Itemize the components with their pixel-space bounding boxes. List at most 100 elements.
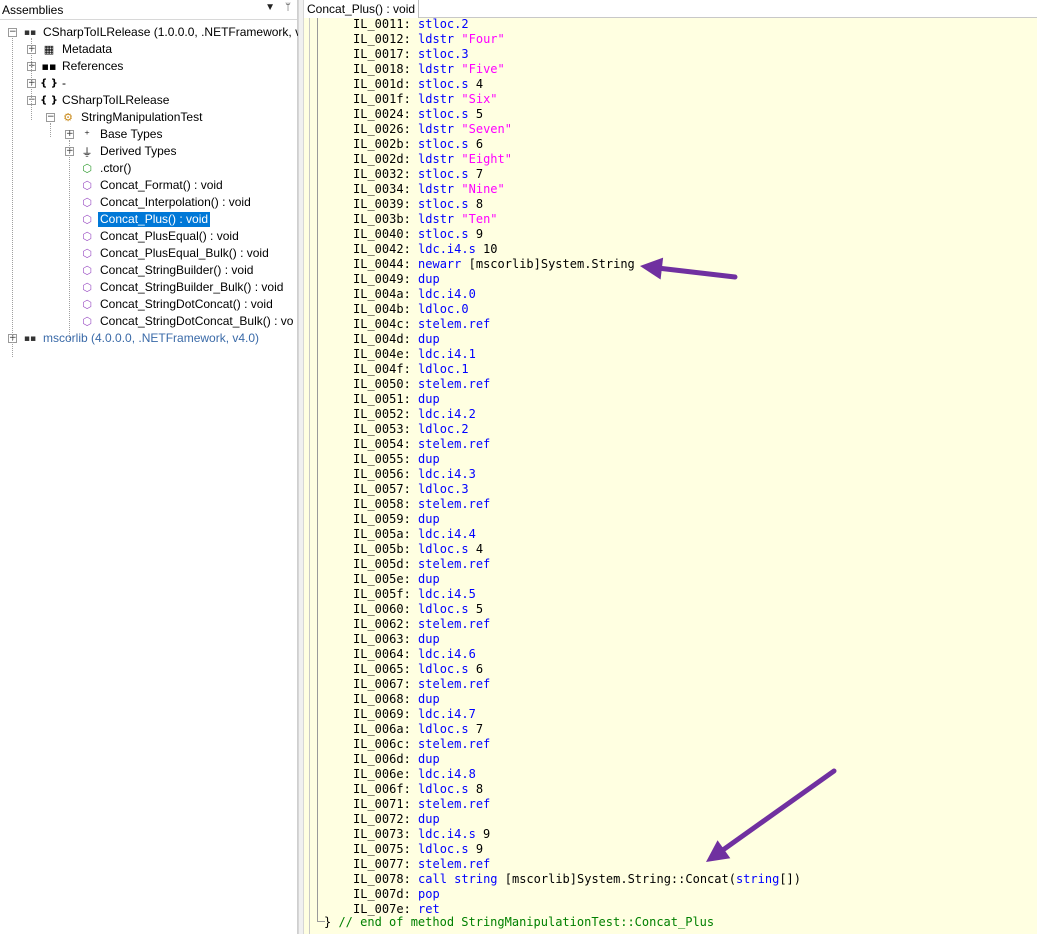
il-offset-label: IL_0011:	[353, 18, 411, 31]
editor-margin	[309, 18, 310, 934]
tree-item-label: CSharpToILRelease (1.0.0.0, .NETFramewor…	[43, 25, 308, 39]
il-offset-label: IL_0053:	[353, 422, 411, 436]
tree-item[interactable]: ⬡ Concat_StringBuilder_Bulk() : void	[65, 279, 285, 296]
tree-item[interactable]: ⬡ Concat_Format() : void	[65, 177, 225, 194]
opcode: ldc.i4.1	[418, 347, 476, 361]
code-line: IL_005f: ldc.i4.5	[353, 587, 476, 602]
code-line: IL_0039: stloc.s 8	[353, 197, 483, 212]
code-line: IL_0064: ldc.i4.6	[353, 647, 476, 662]
code-line: IL_0053: ldloc.2	[353, 422, 469, 437]
il-offset-label: IL_004a:	[353, 287, 411, 301]
panel-dropdown-icon[interactable]: ▼	[265, 2, 275, 13]
tree-item[interactable]: + ▪▪ References	[27, 58, 125, 75]
tree-item[interactable]: ⬡ .ctor()	[65, 160, 133, 177]
tree-item[interactable]: ⬡ Concat_Plus() : void	[65, 211, 211, 228]
opcode: newarr	[418, 257, 462, 271]
opcode: stloc.s	[418, 167, 469, 181]
il-offset-label: IL_0024:	[353, 107, 411, 121]
opcode: ldstr	[418, 62, 455, 76]
tree-item[interactable]: + ⁺ Base Types	[65, 126, 164, 143]
il-code-view[interactable]: IL_0011: stloc.2 IL_0012: ldstr "Four" IL_…	[304, 18, 1037, 934]
tree-item[interactable]: − ⚙ StringManipulationTest	[46, 109, 204, 126]
il-offset-label: IL_002d:	[353, 152, 411, 166]
code-line: IL_003b: ldstr "Ten"	[353, 212, 498, 227]
il-offset-label: IL_0077:	[353, 857, 411, 871]
il-offset-label: IL_0068:	[353, 692, 411, 706]
il-offset-label: IL_0078:	[353, 872, 411, 886]
string-literal: "Ten"	[461, 212, 498, 226]
opcode: stelem.ref	[418, 437, 491, 451]
code-line: IL_0050: stelem.ref	[353, 377, 490, 392]
il-offset-label: IL_004b:	[353, 302, 411, 316]
tree-item[interactable]: + ▪▪ mscorlib (4.0.0.0, .NETFramework, v4.…	[8, 330, 261, 347]
assemblies-panel-title: Assemblies	[2, 2, 64, 17]
code-line: IL_005a: ldc.i4.4	[353, 527, 476, 542]
tree-guide-line	[50, 123, 51, 137]
tree-item[interactable]: ⬡ Concat_PlusEqual_Bulk() : void	[65, 245, 271, 262]
opcode: stloc.s	[418, 77, 469, 91]
il-offset-label: IL_006f:	[353, 782, 411, 796]
opcode: ldc.i4.5	[418, 587, 476, 601]
tab-concat-plus[interactable]: Concat_Plus() : void	[304, 0, 420, 18]
collapse-icon[interactable]: −	[8, 28, 17, 37]
code-line: IL_007d: pop	[353, 887, 440, 902]
tree-item-label: Concat_Plus() : void	[98, 212, 211, 227]
operand: 9	[468, 227, 484, 241]
tree-item[interactable]: ⬡ Concat_StringDotConcat() : void	[65, 296, 275, 313]
il-offset-label: IL_0044:	[353, 257, 411, 271]
code-line: IL_006a: ldloc.s 7	[353, 722, 483, 737]
opcode: dup	[418, 632, 440, 646]
opcode: stloc.s	[418, 137, 469, 151]
il-offset-label: IL_007e:	[353, 902, 411, 916]
opcode: stelem.ref	[418, 797, 491, 811]
code-line: IL_004a: ldc.i4.0	[353, 287, 476, 302]
code-line: IL_0018: ldstr "Five"	[353, 62, 505, 77]
opcode: stelem.ref	[418, 557, 491, 571]
tree-item[interactable]: − ▪▪ CSharpToILRelease (1.0.0.0, .NETFrame…	[8, 24, 310, 41]
base-types-icon: ⁺	[84, 128, 90, 141]
operand: 7	[468, 722, 484, 736]
pin-icon[interactable]: ᛘ	[285, 2, 291, 13]
tree-item[interactable]: −{ } CSharpToILRelease	[27, 92, 171, 109]
tree-guide-line	[12, 38, 13, 357]
code-line: IL_0056: ldc.i4.3	[353, 467, 476, 482]
operand: 9	[475, 827, 491, 841]
opcode: ldloc.s	[418, 542, 469, 556]
code-line: IL_0065: ldloc.s 6	[353, 662, 483, 677]
opcode: dup	[418, 572, 440, 586]
opcode: stelem.ref	[418, 857, 491, 871]
operand: 7	[468, 167, 484, 181]
il-offset-label: IL_0032:	[353, 167, 411, 181]
code-line: IL_006f: ldloc.s 8	[353, 782, 483, 797]
tree-guide-line	[31, 38, 32, 120]
tree-item[interactable]: ⬡ Concat_Interpolation() : void	[65, 194, 253, 211]
method-icon: ⬡	[82, 196, 92, 209]
code-line: IL_001f: ldstr "Six"	[353, 92, 498, 107]
code-line: IL_002b: stloc.s 6	[353, 137, 483, 152]
tree-item[interactable]: + ▦ Metadata	[27, 41, 114, 58]
expand-icon[interactable]: +	[65, 130, 74, 139]
il-offset-label: IL_005b:	[353, 542, 411, 556]
opcode: stelem.ref	[418, 377, 491, 391]
tree-item[interactable]: + ⏚ Derived Types	[65, 143, 178, 160]
tree-item[interactable]: ⬡ Concat_StringDotConcat_Bulk() : vo	[65, 313, 295, 330]
il-offset-label: IL_0072:	[353, 812, 411, 826]
tree-item[interactable]: ⬡ Concat_PlusEqual() : void	[65, 228, 241, 245]
tree-item-label: -	[62, 76, 66, 90]
class-icon: ⚙	[63, 111, 73, 124]
code-line: IL_0044: newarr [mscorlib]System.String	[353, 257, 635, 272]
tree-item-label: mscorlib (4.0.0.0, .NETFramework, v4.0)	[43, 331, 260, 345]
opcode: ldloc.s	[418, 662, 469, 676]
code-panel: Concat_Plus() : void IL_0011: stloc.2 IL_…	[304, 0, 1037, 934]
code-line: IL_005e: dup	[353, 572, 440, 587]
code-line: IL_0026: ldstr "Seven"	[353, 122, 512, 137]
collapse-icon[interactable]: −	[46, 113, 55, 122]
code-line: IL_0060: ldloc.s 5	[353, 602, 483, 617]
code-line: IL_002d: ldstr "Eight"	[353, 152, 512, 167]
operand: [mscorlib]System.String::Concat(	[497, 872, 736, 886]
tree-item[interactable]: ⬡ Concat_StringBuilder() : void	[65, 262, 255, 279]
opcode: dup	[418, 452, 440, 466]
code-line: IL_0058: stelem.ref	[353, 497, 490, 512]
tree-item[interactable]: +{ } -	[27, 75, 68, 92]
tree-item-label: Metadata	[62, 42, 113, 56]
